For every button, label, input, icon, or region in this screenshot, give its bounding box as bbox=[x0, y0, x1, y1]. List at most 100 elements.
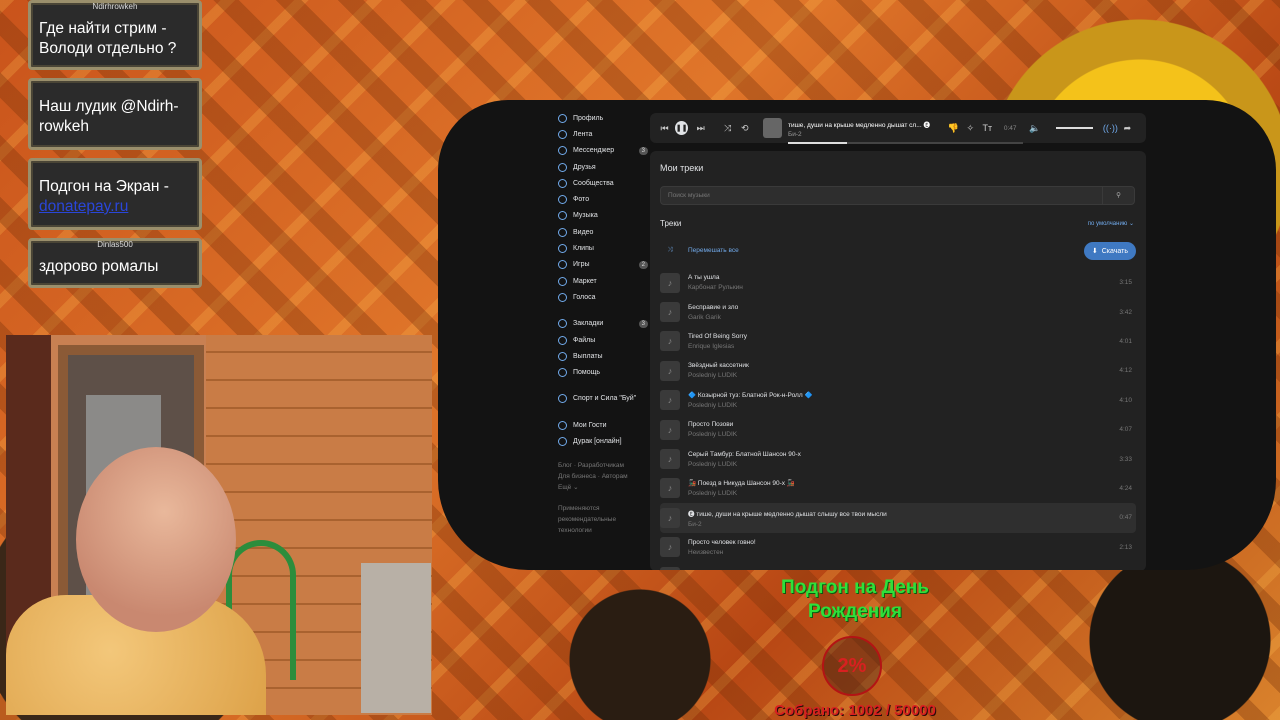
search-icon[interactable]: ⚲ bbox=[1102, 187, 1134, 204]
track-cover-icon: ♪ bbox=[660, 419, 680, 440]
volume-icon[interactable]: 🔈 bbox=[1029, 123, 1042, 134]
now-playing: тише, души на крыше медленно дышат сл...… bbox=[787, 119, 1023, 144]
sidebar-icon bbox=[558, 368, 567, 378]
track-row[interactable]: ♪ 🅔 тише, души на крыше медленно дышат сл… bbox=[660, 503, 1136, 533]
volume-slider[interactable] bbox=[1055, 127, 1093, 129]
sidebar-icon bbox=[558, 276, 567, 286]
audio-player: ⏮ ❚❚ ⏭ ⤨ ⟲ тише, души на крыше медленно … bbox=[650, 113, 1146, 144]
track-title: Просто человек говно! bbox=[688, 538, 756, 546]
footer-link[interactable]: Ещё ⌄ bbox=[558, 482, 648, 493]
sidebar-item[interactable]: Мои Гости bbox=[558, 417, 648, 433]
track-row[interactable]: ♪ 🚂 Поезд в Никуда Шансон 90-х 🚂 Posledniy… bbox=[660, 474, 1136, 503]
sidebar-item-label: Голоса bbox=[573, 293, 596, 301]
chat-link[interactable]: donatepay.ru bbox=[39, 198, 128, 215]
sidebar-item[interactable]: Дурак [онлайн] bbox=[558, 433, 648, 449]
track-row[interactable]: ♪ Просто человек говно! Неизвестен 2:13 bbox=[660, 533, 1136, 562]
track-artist: Карбонат Рулькин bbox=[688, 284, 743, 292]
sidebar-item[interactable]: Голоса bbox=[558, 289, 648, 305]
track-cover bbox=[763, 118, 782, 138]
footer-link[interactable]: Блог · Разработчикам bbox=[558, 460, 648, 471]
prev-icon[interactable]: ⏮ bbox=[658, 123, 671, 134]
chat-message: Подгон на Экран - donatepay.ru bbox=[28, 158, 202, 230]
sidebar-icon bbox=[558, 195, 567, 205]
track-row[interactable]: ♪ Серый Тамбур: Блатной Шансон 90-х Posled… bbox=[660, 444, 1136, 473]
goal-title: Подгон на День Рождения bbox=[781, 577, 929, 622]
track-cover-icon: ♪ bbox=[660, 537, 680, 558]
sidebar-icon bbox=[558, 420, 567, 430]
chat-text: Подгон на Экран - bbox=[39, 178, 169, 195]
sidebar-item[interactable]: Закладки 3 bbox=[558, 316, 648, 332]
track-row[interactable]: ♪ А ты ушла Карбонат Рулькин 3:15 bbox=[660, 268, 1136, 297]
track-cover-icon: ♪ bbox=[660, 478, 680, 499]
shuffle-all-button[interactable]: ⤨ Перемешать все bbox=[660, 246, 738, 254]
progress-bar[interactable] bbox=[787, 142, 1023, 144]
sidebar-icon bbox=[558, 162, 567, 172]
sidebar-item[interactable]: Сообщества bbox=[558, 175, 648, 191]
track-duration: 3:33 bbox=[1119, 455, 1132, 463]
track-duration: 0:47 bbox=[1119, 514, 1132, 522]
download-button[interactable]: ⬇ Скачать bbox=[1083, 242, 1136, 260]
share-icon[interactable]: ➦ bbox=[1121, 123, 1134, 134]
sidebar-item[interactable]: Файлы bbox=[558, 332, 648, 348]
sidebar-item[interactable]: Видео bbox=[558, 224, 648, 240]
sidebar-item-label: Спорт и Сила "Буй" bbox=[573, 395, 637, 403]
track-duration: 4:10 bbox=[1119, 396, 1132, 404]
sidebar-item[interactable]: Мессенджер 3 bbox=[558, 143, 648, 159]
sidebar-item[interactable]: Клипы bbox=[558, 240, 648, 256]
sidebar-icon bbox=[558, 351, 567, 361]
magic-icon[interactable]: ✧ bbox=[964, 123, 977, 134]
sidebar-item-label: Видео bbox=[573, 228, 594, 236]
counter-badge: 3 bbox=[638, 319, 648, 328]
sidebar-item[interactable]: Друзья bbox=[558, 159, 648, 175]
sidebar-item-label: Лента bbox=[573, 130, 593, 138]
track-row[interactable]: ♪ Просто Позови Posledniy LUDIK 4:07 bbox=[660, 415, 1136, 444]
track-cover-icon: ♪ bbox=[660, 302, 680, 323]
track-row[interactable]: ♪ Звёздный кассетник Posledniy LUDIK 4:12 bbox=[660, 356, 1136, 385]
sidebar-item-label: Профиль bbox=[573, 114, 604, 122]
sidebar-icon bbox=[558, 227, 567, 237]
track-artist: Posledniy LUDIK bbox=[688, 372, 738, 380]
sidebar-item[interactable]: Выплаты bbox=[558, 348, 648, 364]
track-artist: Posledniy LUDIK bbox=[688, 460, 738, 468]
sidebar-item[interactable]: Маркет bbox=[558, 273, 648, 289]
track-row[interactable]: ♪ Tired Of Being Sorry Enrique Iglesias 4:0… bbox=[660, 327, 1136, 356]
sidebar-icon bbox=[558, 260, 567, 270]
sidebar-item[interactable]: Музыка bbox=[558, 208, 648, 224]
browser-window: Профиль Лента Мессенджер 3 Друзья Сообщества Ф… bbox=[438, 100, 1276, 570]
sidebar-item-label: Файлы bbox=[573, 336, 596, 344]
footer-note: Применяются рекомендательные технологии bbox=[558, 504, 617, 534]
track-cover-icon: ♪ bbox=[660, 449, 680, 470]
track-row[interactable]: ♪Я не буду ждать тебя [Я не стану ждать … bbox=[660, 562, 1136, 570]
dislike-icon[interactable]: 👎 bbox=[947, 123, 960, 134]
sidebar-item[interactable]: Игры 2 bbox=[558, 257, 648, 273]
lyrics-icon[interactable]: Tт bbox=[981, 123, 994, 133]
track-duration: 4:24 bbox=[1119, 484, 1132, 492]
track-artist: Garik Garik bbox=[688, 313, 721, 321]
shuffle-icon[interactable]: ⤨ bbox=[721, 123, 734, 134]
sidebar-item-label: Маркет bbox=[573, 277, 597, 285]
track-row[interactable]: ♪ 🔷 Козырной туз: Блатной Рок-н-Ролл 🔷 Pos… bbox=[660, 386, 1136, 415]
sidebar-item[interactable]: Фото bbox=[558, 191, 648, 207]
sidebar-item[interactable]: Лента bbox=[558, 126, 648, 142]
sidebar-item[interactable]: Спорт и Сила "Буй" bbox=[558, 391, 648, 407]
search-input[interactable]: Поиск музыки ⚲ bbox=[660, 186, 1135, 205]
sort-dropdown[interactable]: по умолчанию ⌄ bbox=[1088, 220, 1134, 227]
track-title: 🅔 тише, души на крыше медленно дышат слы… bbox=[688, 510, 887, 518]
sidebar-item[interactable]: Помощь bbox=[558, 364, 648, 380]
goal-collected: Собрано: 1002 / 50000 bbox=[774, 702, 936, 719]
sidebar: Профиль Лента Мессенджер 3 Друзья Сообщества Ф… bbox=[558, 110, 648, 536]
search-placeholder: Поиск музыки bbox=[668, 192, 710, 199]
footer-link[interactable]: Для бизнеса · Авторам bbox=[558, 471, 648, 482]
sidebar-item-label: Мои Гости bbox=[573, 421, 607, 429]
repeat-icon[interactable]: ⟲ bbox=[738, 123, 751, 134]
sidebar-icon bbox=[558, 319, 567, 329]
counter-badge: 3 bbox=[638, 146, 648, 155]
sidebar-item[interactable]: Профиль bbox=[558, 110, 648, 126]
track-row[interactable]: ♪ Бесправие и зло Garik Garik 3:42 bbox=[660, 297, 1136, 326]
track-title: А ты ушла bbox=[688, 274, 720, 282]
next-icon[interactable]: ⏭ bbox=[694, 123, 707, 134]
broadcast-icon[interactable]: ((·)) bbox=[1103, 123, 1118, 133]
track-duration: 2:13 bbox=[1119, 543, 1132, 551]
chat-message: Dinlas500 здорово ромалы bbox=[28, 238, 202, 288]
pause-button[interactable]: ❚❚ bbox=[675, 121, 689, 135]
